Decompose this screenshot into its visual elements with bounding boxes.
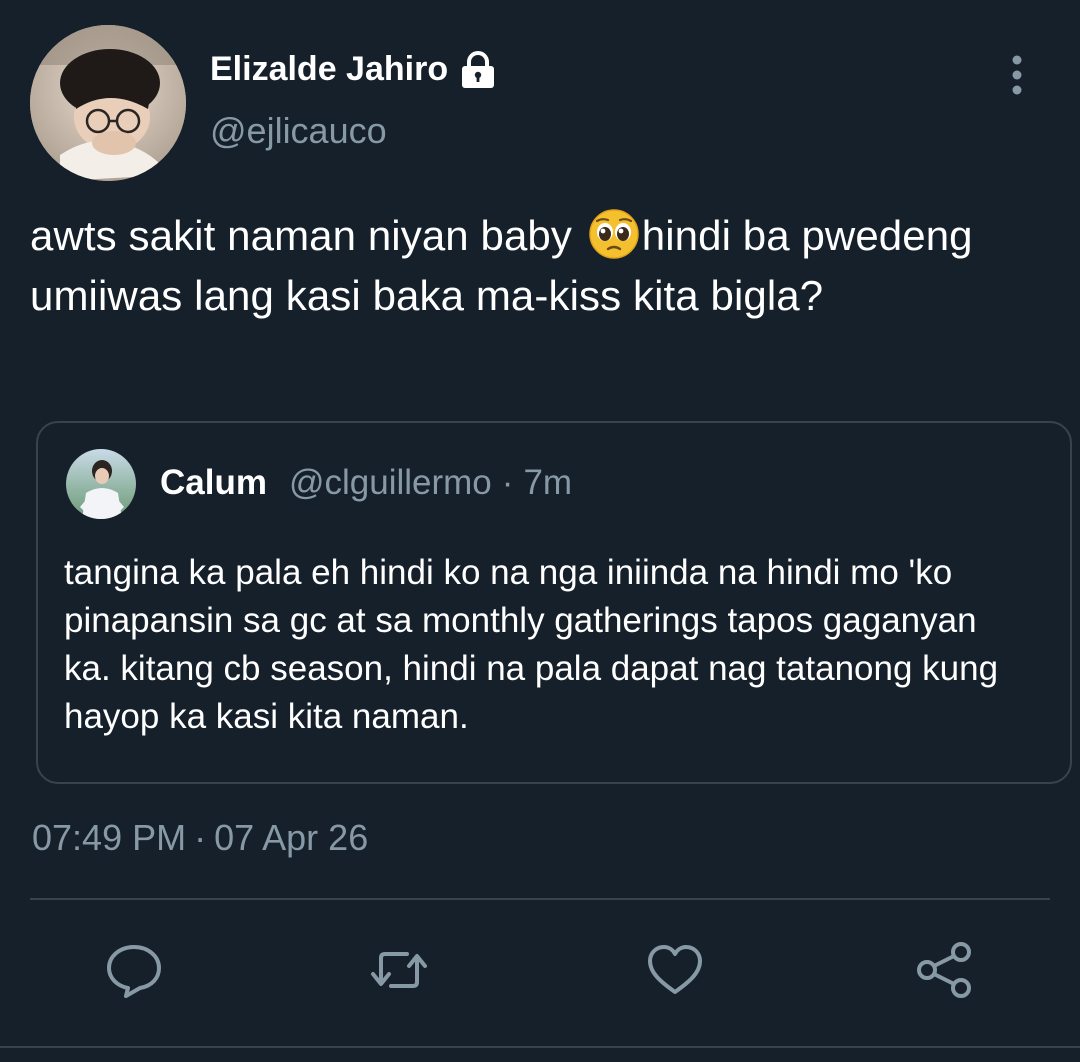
tweet-time: 07:49 PM [32, 817, 187, 858]
bottom-divider [0, 1046, 1080, 1048]
divider [30, 898, 1050, 900]
retweet-button[interactable] [367, 938, 431, 1002]
quoted-tweet-card[interactable]: Calum @clguillermo · 7m tangina ka pala … [36, 421, 1072, 784]
quoted-author-handle: @clguillermo [288, 463, 492, 502]
author-handle[interactable]: @ejlicauco [210, 108, 387, 154]
share-button[interactable] [913, 938, 977, 1002]
like-button[interactable] [643, 938, 707, 1002]
quoted-author-name: Calum [160, 463, 267, 502]
author-avatar[interactable] [30, 25, 186, 181]
quoted-tweet-text: tangina ka pala eh hindi ko na nga iniin… [64, 553, 999, 736]
author-display-name[interactable]: Elizalde Jahiro [210, 46, 448, 92]
lock-icon [458, 49, 498, 89]
quoted-header-separator: · [501, 463, 514, 502]
tweet-timestamp: 07:49 PM · 07 Apr 26 [32, 814, 368, 862]
author-name-row: Elizalde Jahiro [210, 46, 498, 92]
tweet-date: 07 Apr 26 [214, 817, 369, 858]
tweet-detail-view: Elizalde Jahiro @ejlicauco awts sakit na… [0, 0, 1080, 1062]
tweet-text: awts sakit naman niyan baby hindi ba pwe… [30, 206, 1075, 326]
retweet-icon [371, 952, 427, 988]
tweet-text-part-1: awts sakit naman niyan baby [30, 212, 584, 259]
heart-icon [648, 945, 702, 994]
timestamp-separator: · [194, 817, 207, 858]
share-icon [917, 942, 971, 998]
reply-button[interactable] [102, 938, 166, 1002]
reply-icon [107, 945, 161, 998]
quoted-tweet-header: Calum @clguillermo · 7m [160, 459, 572, 507]
quoted-author-avatar[interactable] [66, 449, 136, 519]
pleading-face-emoji [588, 208, 640, 260]
more-vertical-icon[interactable] [1003, 53, 1031, 97]
quoted-tweet-time: 7m [523, 463, 573, 502]
